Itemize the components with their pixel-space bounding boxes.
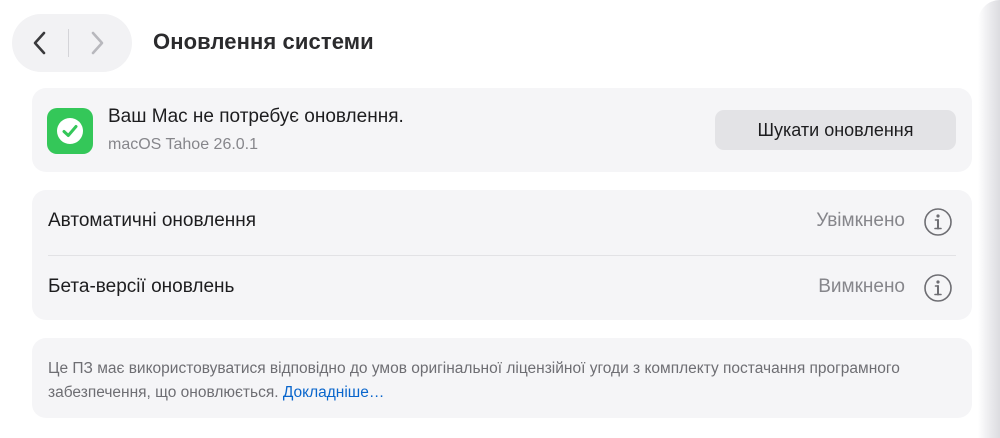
check-for-updates-button[interactable]: Шукати оновлення bbox=[715, 110, 956, 150]
checkmark-icon bbox=[57, 118, 83, 144]
automatic-updates-value: Увімкнено bbox=[816, 210, 905, 231]
chevron-left-icon bbox=[33, 31, 46, 55]
navigation-buttons bbox=[12, 14, 132, 72]
back-button[interactable] bbox=[12, 14, 68, 72]
info-icon[interactable] bbox=[923, 273, 953, 303]
settings-row-automatic-updates: Автоматичні оновлення Увімкнено bbox=[32, 190, 972, 254]
update-status-card: Ваш Mac не потребує оновлення. macOS Tah… bbox=[32, 88, 972, 172]
page-title: Оновлення системи bbox=[153, 29, 374, 54]
settings-row-beta-updates: Бета-версії оновлень Вимкнено bbox=[32, 256, 972, 320]
beta-updates-value: Вимкнено bbox=[818, 276, 905, 297]
learn-more-link[interactable]: Докладніше… bbox=[283, 384, 385, 401]
beta-updates-label: Бета-версії оновлень bbox=[48, 276, 235, 297]
window-edge bbox=[978, 0, 1000, 438]
forward-button[interactable] bbox=[69, 14, 125, 72]
os-version: macOS Tahoe 26.0.1 bbox=[108, 136, 259, 153]
automatic-updates-label: Автоматичні оновлення bbox=[48, 210, 257, 231]
license-notice: Це ПЗ має використовуватися відповідно д… bbox=[48, 357, 948, 405]
update-settings-card: Автоматичні оновлення Увімкнено Бета-вер… bbox=[32, 190, 972, 320]
info-icon[interactable] bbox=[923, 207, 953, 237]
license-card: Це ПЗ має використовуватися відповідно д… bbox=[32, 338, 972, 418]
status-message: Ваш Mac не потребує оновлення. bbox=[108, 106, 404, 127]
status-badge bbox=[47, 108, 93, 154]
chevron-right-icon bbox=[91, 31, 104, 55]
license-text: Це ПЗ має використовуватися відповідно д… bbox=[48, 360, 900, 401]
system-update-window: Оновлення системи Ваш Mac не потребує он… bbox=[0, 0, 1000, 438]
